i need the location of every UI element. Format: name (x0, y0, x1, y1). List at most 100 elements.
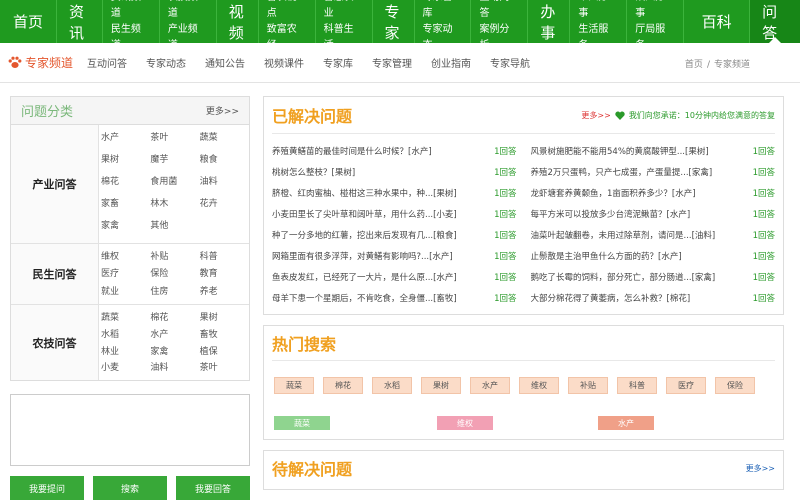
category-item[interactable]: 家畜 (101, 197, 150, 217)
question-text[interactable]: 每平方米可以投放多少台湾泥鳅苗？[水产] (531, 205, 691, 226)
answer-question-button[interactable]: 我要回答 (176, 476, 250, 500)
question-text[interactable]: 养殖黄鳝苗的最佳时间是什么时候？[水产] (272, 142, 432, 163)
category-group-name[interactable]: 产业问答 (11, 125, 99, 243)
question-text[interactable]: 种了一分多地的红薯，挖出来后发现有几...[粮食] (272, 226, 457, 247)
question-row[interactable]: 大部分棉花得了黄萎病，怎么补救？[棉花] 1回答 (531, 289, 776, 310)
nav-personal-affairs[interactable]: 个人办事 (578, 0, 618, 22)
question-text[interactable]: 油菜叶起皱翻卷，未用过除草剂，请问是...[油料] (531, 226, 716, 247)
pending-more-link[interactable]: 更多>> (746, 463, 775, 474)
question-row[interactable]: 桃树怎么整枝？[果树] 1回答 (272, 163, 517, 184)
subnav-video-courses[interactable]: 视频课件 (264, 55, 304, 70)
category-item[interactable]: 棉花 (150, 311, 199, 326)
category-item[interactable]: 医疗 (101, 267, 150, 282)
category-item[interactable]: 补贴 (150, 250, 199, 265)
question-text[interactable]: 龙虾塘套养黄颡鱼，1亩面积养多少？[水产] (531, 184, 696, 205)
question-text[interactable]: 母羊下患一个星期后，不肯吃食，全身僵...[畜牧] (272, 289, 457, 310)
category-item[interactable]: 畜牧 (200, 328, 249, 343)
category-item[interactable]: 水产 (150, 328, 199, 343)
subnav-expert-management[interactable]: 专家管理 (372, 55, 412, 70)
nav-expert[interactable]: 专家 (373, 0, 415, 43)
hot-search-tag[interactable]: 棉花 (323, 377, 363, 394)
category-item[interactable]: 养老 (200, 285, 249, 300)
category-item[interactable]: 果树 (101, 153, 150, 173)
nav-news[interactable]: 资讯 (57, 0, 103, 43)
question-row[interactable]: 鹅吃了长霉的饲料，部分死亡，部分肠道...[家禽] 1回答 (531, 268, 776, 289)
question-row[interactable]: 养殖2万只蛋鸭，只产七成蛋，产蛋量提...[家禽] 1回答 (531, 163, 776, 184)
question-text[interactable]: 网箱里面有很多浮萍，对黄鳝有影响吗?...[水产] (272, 247, 453, 268)
category-item[interactable]: 就业 (101, 285, 150, 300)
category-item[interactable]: 林木 (150, 197, 199, 217)
category-item[interactable]: 粮食 (200, 153, 249, 173)
category-item[interactable]: 油料 (150, 361, 199, 376)
nav-video[interactable]: 视频 (217, 0, 259, 43)
category-item[interactable]: 花卉 (200, 197, 249, 217)
search-button[interactable]: 搜索 (93, 476, 167, 500)
question-row[interactable]: 风景树施肥能不能用54%的黄腐酸钾型...[果树] 1回答 (531, 142, 776, 163)
hot-color-tag[interactable]: 维权 (437, 416, 493, 430)
category-item[interactable]: 食用菌 (150, 175, 199, 195)
category-item[interactable]: 水产 (101, 131, 150, 151)
category-item[interactable]: 维权 (101, 250, 150, 265)
breadcrumb-home[interactable]: 首页 (685, 60, 703, 70)
category-item[interactable]: 油料 (200, 175, 249, 195)
category-more-link[interactable]: 更多>> (206, 104, 239, 117)
category-item[interactable]: 果树 (200, 311, 249, 326)
category-item[interactable]: 水稻 (101, 328, 150, 343)
nav-qa[interactable]: 问答 (750, 0, 800, 43)
category-item[interactable]: 棉花 (101, 175, 150, 195)
nav-affairs[interactable]: 办事 (528, 0, 571, 43)
question-text[interactable]: 脐橙、红肉蜜柚、椪柑这三种水果中，种...[果树] (272, 184, 457, 205)
question-row[interactable]: 网箱里面有很多浮萍，对黄鳝有影响吗?...[水产] 1回答 (272, 247, 517, 268)
question-text[interactable]: 大部分棉花得了黄萎病，怎么补救？[棉花] (531, 289, 691, 310)
question-text[interactable]: 风景树施肥能不能用54%的黄腐酸钾型...[果树] (531, 142, 709, 163)
hot-search-tag[interactable]: 水稻 (372, 377, 412, 394)
question-row[interactable]: 龙虾塘套养黄颡鱼，1亩面积养多少？[水产] 1回答 (531, 184, 776, 205)
nav-interactive-qa[interactable]: 互动问答 (479, 0, 519, 22)
category-item[interactable]: 其他 (150, 219, 199, 239)
category-item[interactable]: 住房 (150, 285, 199, 300)
category-group-name[interactable]: 民生问答 (11, 244, 99, 304)
nav-legal-affairs[interactable]: 法人办事 (635, 0, 675, 22)
question-row[interactable]: 油菜叶起皱翻卷，未用过除草剂，请问是...[油料] 1回答 (531, 226, 776, 247)
nav-agritech-channel[interactable]: 农技频道 (168, 0, 208, 22)
hot-search-tag[interactable]: 蔬菜 (274, 377, 314, 394)
question-row[interactable]: 养殖黄鳝苗的最佳时间是什么时候？[水产] 1回答 (272, 142, 517, 163)
hot-search-tag[interactable]: 补贴 (568, 377, 608, 394)
category-item[interactable]: 家禽 (101, 219, 150, 239)
question-text[interactable]: 鱼表皮发红，已经死了一大片，是什么原...[水产] (272, 268, 457, 289)
category-item[interactable]: 林业 (101, 345, 150, 360)
question-row[interactable]: 止鬃散是主治甲鱼什么方面的药？[水产] 1回答 (531, 247, 776, 268)
question-row[interactable]: 母羊下患一个星期后，不肯吃食，全身僵...[畜牧] 1回答 (272, 289, 517, 310)
hot-color-tag[interactable]: 蔬菜 (274, 416, 330, 430)
ask-question-button[interactable]: 我要提问 (10, 476, 84, 500)
question-text[interactable]: 养殖2万只蛋鸭，只产七成蛋，产蛋量提...[家禽] (531, 163, 713, 184)
hot-search-tag[interactable]: 保险 (715, 377, 755, 394)
nav-smart-agri[interactable]: 智慧农业 (324, 0, 364, 22)
hot-search-tag[interactable]: 水产 (470, 377, 510, 394)
category-item[interactable]: 家禽 (150, 345, 199, 360)
category-item[interactable]: 茶叶 (200, 361, 249, 376)
question-row[interactable]: 脐橙、红肉蜜柚、椪柑这三种水果中，种...[果树] 1回答 (272, 184, 517, 205)
nav-expert-think[interactable]: 专家智库 (423, 0, 463, 22)
subnav-expert-library[interactable]: 专家库 (323, 55, 353, 70)
category-item[interactable]: 科普 (200, 250, 249, 265)
hot-search-tag[interactable]: 维权 (519, 377, 559, 394)
category-item[interactable]: 教育 (200, 267, 249, 282)
nav-news-channel[interactable]: 资讯频道 (111, 0, 151, 22)
question-text[interactable]: 止鬃散是主治甲鱼什么方面的药？[水产] (531, 247, 682, 268)
question-row[interactable]: 种了一分多地的红薯，挖出来后发现有几...[粮食] 1回答 (272, 226, 517, 247)
subnav-notices[interactable]: 通知公告 (205, 55, 245, 70)
subnav-startup-guide[interactable]: 创业指南 (431, 55, 471, 70)
question-text[interactable]: 鹅吃了长霉的饲料，部分死亡，部分肠道...[家禽] (531, 268, 716, 289)
question-row[interactable]: 每平方米可以投放多少台湾泥鳅苗？[水产] 1回答 (531, 205, 776, 226)
subnav-interactive-qa[interactable]: 互动问答 (87, 55, 127, 70)
question-textarea[interactable] (10, 394, 250, 466)
nav-home[interactable]: 首页 (0, 0, 57, 43)
category-item[interactable]: 蔬菜 (200, 131, 249, 151)
question-text[interactable]: 桃树怎么整枝？[果树] (272, 163, 355, 184)
category-item[interactable]: 蔬菜 (101, 311, 150, 326)
subnav-expert-navigation[interactable]: 专家导航 (490, 55, 530, 70)
hot-color-tag[interactable]: 水产 (598, 416, 654, 430)
nav-video-view[interactable]: 智农视点 (267, 0, 307, 22)
category-item[interactable]: 魔芋 (150, 153, 199, 173)
